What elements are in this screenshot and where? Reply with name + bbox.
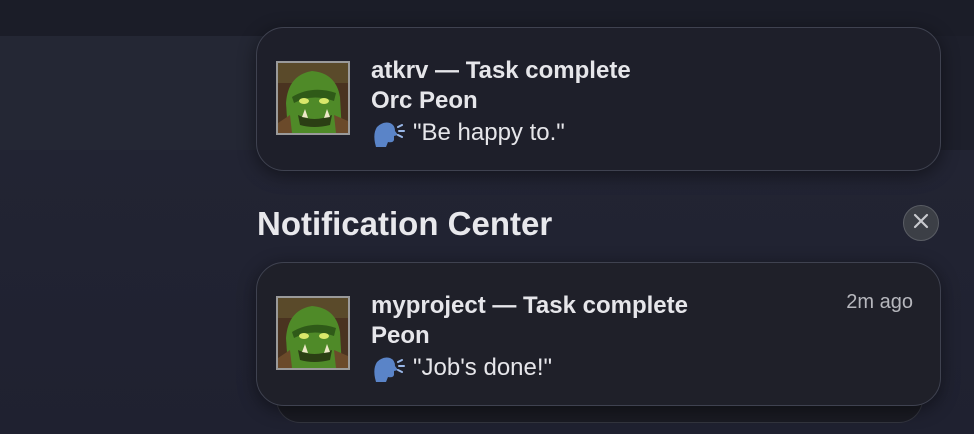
orc-peon-avatar [276, 296, 350, 370]
notification-message-row: "Be happy to." [371, 118, 565, 148]
notification-message-row: "Job's done!" [371, 353, 552, 383]
close-icon [912, 212, 930, 235]
speaking-head-icon [371, 119, 405, 147]
notification-message: "Be happy to." [413, 119, 565, 146]
notification-center-title: Notification Center [257, 205, 553, 242]
notification-subtitle: Orc Peon [371, 87, 478, 114]
notification-title: atkrv — Task complete [371, 57, 631, 84]
notification-message: "Job's done!" [413, 354, 553, 381]
background-window-panel [0, 36, 300, 150]
orc-peon-avatar [276, 61, 350, 135]
speaking-head-icon [371, 354, 405, 382]
notification-banner[interactable]: atkrv — Task complete Orc Peon "Be happy… [256, 27, 941, 171]
notification-timestamp: 2m ago [846, 291, 913, 313]
notification-card[interactable]: myproject — Task complete 2m ago Peon "J… [256, 262, 941, 406]
clear-notifications-button[interactable] [903, 205, 939, 241]
notification-title: myproject — Task complete [371, 292, 688, 319]
notification-subtitle: Peon [371, 322, 430, 349]
